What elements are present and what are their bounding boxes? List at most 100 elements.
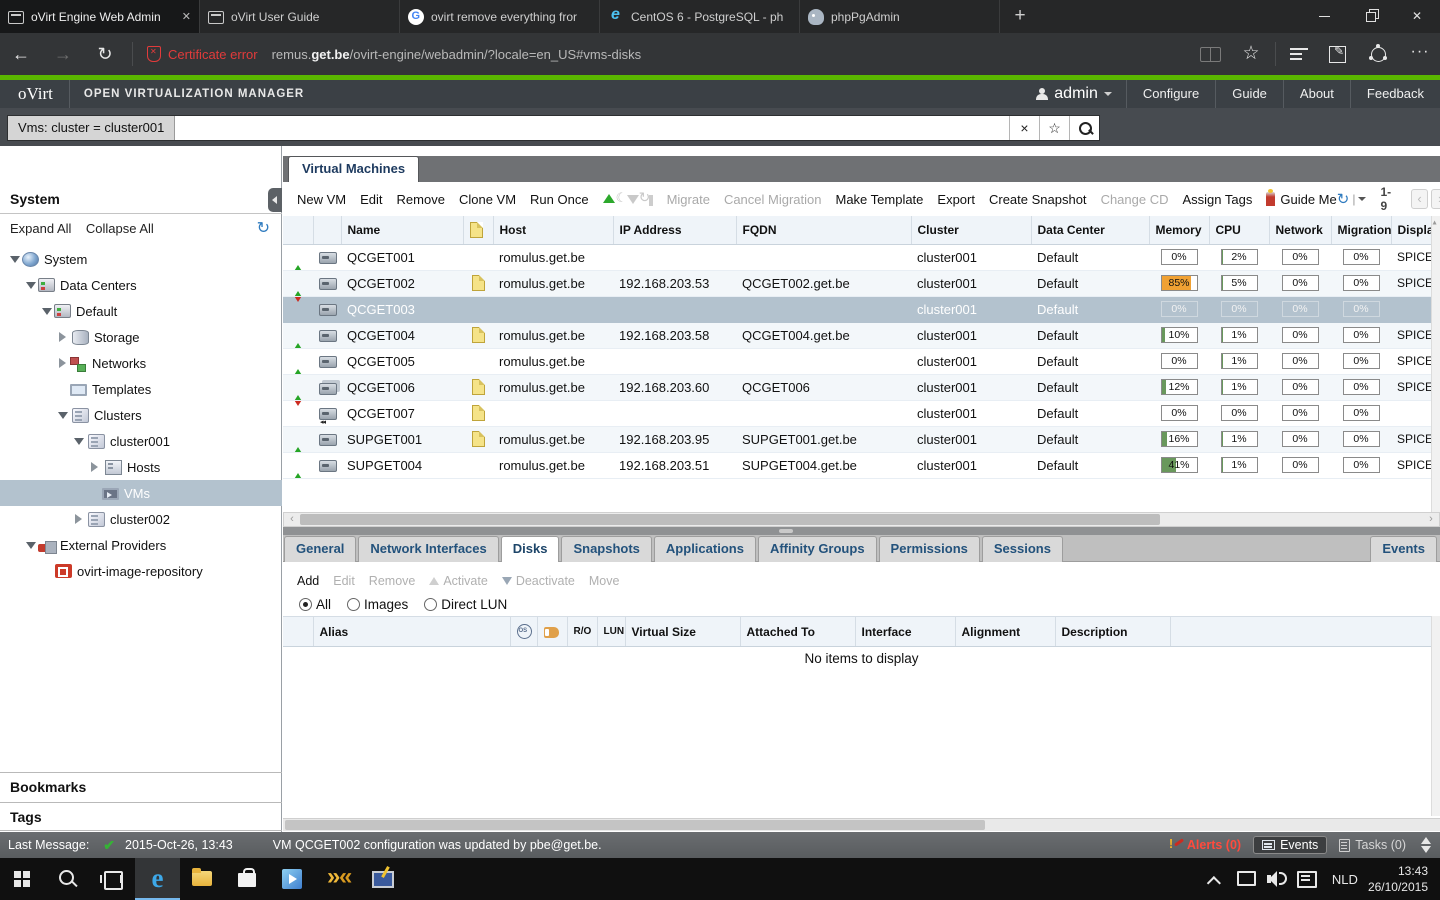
file-explorer-icon[interactable]	[180, 858, 225, 900]
disk-column-blank[interactable]	[1170, 617, 1431, 647]
certificate-error-badge[interactable]: Certificate error	[147, 46, 258, 62]
disk-toolbar-add[interactable]: Add	[297, 574, 319, 588]
toolbar-create-snapshot[interactable]: Create Snapshot	[989, 192, 1087, 207]
search-input[interactable]	[175, 116, 1009, 140]
radio-icon[interactable]	[299, 598, 312, 611]
note-column-header[interactable]	[463, 216, 493, 244]
vm-table-vertical-scrollbar[interactable]	[1431, 216, 1440, 512]
disk-toolbar-move[interactable]: Move	[589, 574, 620, 588]
collapse-all-link[interactable]: Collapse All	[86, 214, 154, 244]
alerts-button[interactable]: Alerts (0)	[1161, 837, 1249, 853]
menu-configure[interactable]: Configure	[1126, 80, 1215, 108]
detail-tab-snapshots[interactable]: Snapshots	[561, 536, 651, 562]
tree-item-external-providers[interactable]: External Providers	[0, 532, 282, 558]
expand-all-link[interactable]: Expand All	[10, 214, 71, 244]
tree-item-cluster002[interactable]: cluster002	[0, 506, 282, 532]
search-icon[interactable]	[1069, 116, 1099, 140]
column-header-display[interactable]: Display	[1391, 216, 1431, 244]
toolbar-migrate[interactable]: Migrate	[667, 192, 710, 207]
menu-guide[interactable]: Guide	[1215, 80, 1283, 108]
column-header-ip-address[interactable]: IP Address	[613, 216, 736, 244]
toolbar-run-once[interactable]: Run Once	[530, 192, 589, 207]
tree-closed-arrow-icon[interactable]	[88, 462, 102, 472]
tree-open-arrow-icon[interactable]	[8, 254, 22, 264]
bookmarks-section[interactable]: Bookmarks	[0, 772, 282, 801]
detail-tab-disks[interactable]: Disks	[501, 536, 560, 562]
disk-column-interface[interactable]: Interface	[855, 617, 955, 647]
menu-feedback[interactable]: Feedback	[1350, 80, 1440, 108]
network-icon[interactable]	[1232, 858, 1262, 900]
refresh-options-icon[interactable]	[1358, 197, 1366, 201]
tree-item-default[interactable]: Default	[0, 298, 282, 324]
refresh-icon[interactable]: ↻	[84, 44, 126, 65]
tasks-button[interactable]: Tasks (0)	[1331, 837, 1414, 853]
virtual-machines-tab[interactable]: Virtual Machines	[288, 156, 419, 182]
scroll-right-icon[interactable]: ›	[1423, 513, 1439, 526]
more-actions-icon[interactable]: ···	[1400, 39, 1440, 69]
disk-column-alias[interactable]: Alias	[313, 617, 510, 647]
browser-tab-centos-6-postgresql-ph[interactable]: CentOS 6 - PostgreSQL - ph	[600, 0, 800, 33]
column-header-migration[interactable]: Migration	[1331, 216, 1391, 244]
tree-closed-arrow-icon[interactable]	[56, 358, 70, 368]
tree-item-vms[interactable]: VMs	[0, 480, 282, 506]
taskbar-search-icon[interactable]	[45, 858, 90, 900]
disk-horizontal-scrollbar[interactable]	[283, 818, 1440, 831]
vm-row-qcget006[interactable]: QCGET006romulus.get.be192.168.203.60QCGE…	[283, 374, 1431, 400]
toolbar-make-template[interactable]: Make Template	[835, 192, 923, 207]
tree-item-storage[interactable]: Storage	[0, 324, 282, 350]
tree-refresh-icon[interactable]: ↻	[257, 218, 270, 238]
toolbar-cancel-migration[interactable]: Cancel Migration	[724, 192, 822, 207]
share-icon[interactable]	[1360, 39, 1400, 69]
detail-tab-affinity-groups[interactable]: Affinity Groups	[758, 536, 877, 562]
language-indicator[interactable]: NLD	[1332, 872, 1358, 887]
toolbar-remove[interactable]: Remove	[397, 192, 445, 207]
browser-tab-ovirt-engine-web-admin[interactable]: oVirt Engine Web Admin✕	[0, 0, 200, 33]
tree-item-networks[interactable]: Networks	[0, 350, 282, 376]
column-header-blank[interactable]	[313, 216, 341, 244]
column-header-memory[interactable]: Memory	[1149, 216, 1209, 244]
disk-column-lun[interactable]: LUN	[597, 617, 625, 647]
vm-table-horizontal-scrollbar[interactable]: ‹ ›	[283, 512, 1440, 527]
media-player-icon[interactable]	[270, 858, 315, 900]
column-header-cpu[interactable]: CPU	[1209, 216, 1269, 244]
disk-filter-images[interactable]: Images	[331, 597, 408, 612]
tree-item-data-centers[interactable]: Data Centers	[0, 272, 282, 298]
volume-icon[interactable]	[1262, 858, 1292, 900]
transfer-app-icon[interactable]	[315, 858, 360, 900]
disk-column-alignment[interactable]: Alignment	[955, 617, 1055, 647]
remote-desktop-icon[interactable]	[360, 858, 405, 900]
toolbar-assign-tags[interactable]: Assign Tags	[1183, 192, 1253, 207]
disk-vertical-scrollbar[interactable]	[1431, 616, 1440, 816]
vm-row-supget004[interactable]: SUPGET004romulus.get.be192.168.203.51SUP…	[283, 452, 1431, 478]
vm-row-qcget004[interactable]: QCGET004romulus.get.be192.168.203.58QCGE…	[283, 322, 1431, 348]
menu-about[interactable]: About	[1283, 80, 1350, 108]
browser-tab-ovirt-user-guide[interactable]: oVirt User Guide	[200, 0, 400, 33]
user-menu[interactable]: admin	[1022, 80, 1126, 108]
toolbar-change-cd[interactable]: Change CD	[1101, 192, 1169, 207]
search-query-chip[interactable]: Vms: cluster = cluster001	[8, 116, 175, 140]
scrollbar-thumb[interactable]	[300, 514, 1160, 525]
tray-expand-icon[interactable]	[1202, 858, 1232, 900]
minimize-icon[interactable]	[1302, 0, 1348, 33]
tree-open-arrow-icon[interactable]	[56, 410, 70, 420]
column-header-name[interactable]: Name	[341, 216, 463, 244]
vm-row-qcget001[interactable]: QCGET001romulus.get.becluster001Default0…	[283, 244, 1431, 270]
disk-toolbar-edit[interactable]: Edit	[333, 574, 355, 588]
new-tab-button[interactable]: +	[1000, 0, 1040, 33]
vm-row-qcget003[interactable]: QCGET003cluster001Default0%0%0%0%	[283, 296, 1431, 322]
column-header-blank[interactable]	[283, 216, 313, 244]
scroll-left-icon[interactable]: ‹	[284, 513, 300, 526]
edge-icon[interactable]: e	[135, 858, 180, 900]
detail-tab-applications[interactable]: Applications	[654, 536, 756, 562]
disk-column-blank[interactable]	[283, 617, 313, 647]
tree-open-arrow-icon[interactable]	[24, 540, 38, 550]
clear-search-icon[interactable]: ×	[1009, 116, 1039, 140]
disk-toolbar-deactivate[interactable]: Deactivate	[502, 574, 575, 588]
disk-column-virtual-size[interactable]: Virtual Size	[625, 617, 740, 647]
search-box[interactable]: Vms: cluster = cluster001 × ☆	[7, 115, 1100, 141]
next-page-icon[interactable]: ›	[1431, 189, 1440, 209]
console-icon[interactable]	[649, 195, 653, 206]
radio-icon[interactable]	[424, 598, 437, 611]
toolbar-export[interactable]: Export	[937, 192, 975, 207]
tree-item-hosts[interactable]: Hosts	[0, 454, 282, 480]
